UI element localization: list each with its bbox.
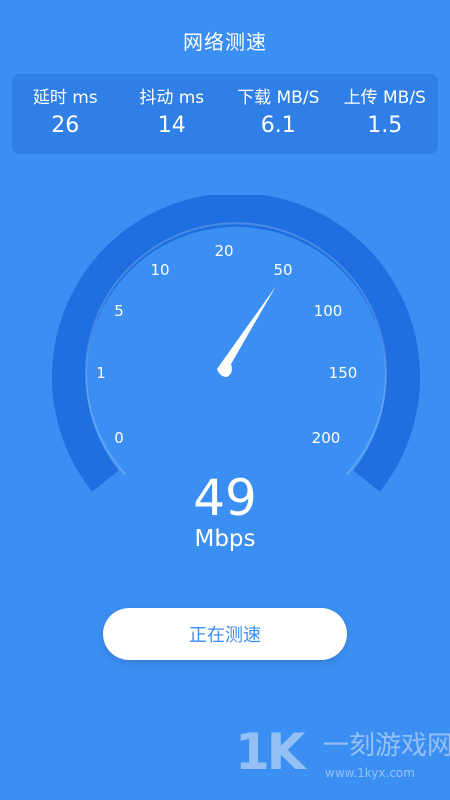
stats-panel: 延时 ms 26 抖动 ms 14 下载 MB/S 6.1 上传 MB/S 1.… (12, 74, 438, 154)
speed-unit: Mbps (194, 526, 256, 552)
stat-value: 1.5 (367, 113, 403, 138)
page-title: 网络测速 (183, 30, 267, 54)
scale-label-10: 10 (150, 261, 169, 279)
stat-value: 6.1 (260, 113, 296, 138)
stat-label: 延时 ms (32, 88, 98, 108)
watermark: 1K 一刻游戏网 www.1kyx.com (235, 722, 450, 792)
stat-download: 下载 MB/S 6.1 (225, 87, 331, 141)
speed-value: 49 (193, 469, 257, 527)
scale-label-0: 0 (114, 429, 124, 447)
scale-label-1: 1 (96, 364, 106, 382)
scale-label-150: 150 (329, 364, 358, 382)
gauge-needle (217, 286, 276, 377)
scale-label-20: 20 (214, 242, 233, 260)
stat-value: 26 (51, 113, 80, 138)
testing-button[interactable]: 正在测速 (103, 608, 347, 660)
watermark-logo: 1K (235, 723, 306, 781)
stat-upload: 上传 MB/S 1.5 (332, 87, 438, 141)
watermark-url: www.1kyx.com (325, 766, 415, 780)
stat-jitter: 抖动 ms 14 (119, 87, 225, 141)
stat-latency: 延时 ms 26 (12, 87, 118, 141)
stat-label: 上传 MB/S (343, 88, 426, 108)
scale-label-50: 50 (273, 261, 292, 279)
watermark-name: 一刻游戏网 (323, 731, 450, 761)
speed-test-screen: 网络测速 延时 ms 26 抖动 ms 14 下载 MB/S 6.1 上传 MB… (0, 0, 450, 800)
scale-label-200: 200 (312, 429, 341, 447)
stat-label: 下载 MB/S (237, 88, 320, 108)
stat-label: 抖动 ms (139, 88, 205, 108)
gauge-scale: 0 1 5 10 20 50 100 150 200 (96, 242, 357, 447)
scale-label-5: 5 (114, 302, 124, 320)
scale-label-100: 100 (314, 302, 343, 320)
stat-value: 14 (157, 113, 186, 138)
